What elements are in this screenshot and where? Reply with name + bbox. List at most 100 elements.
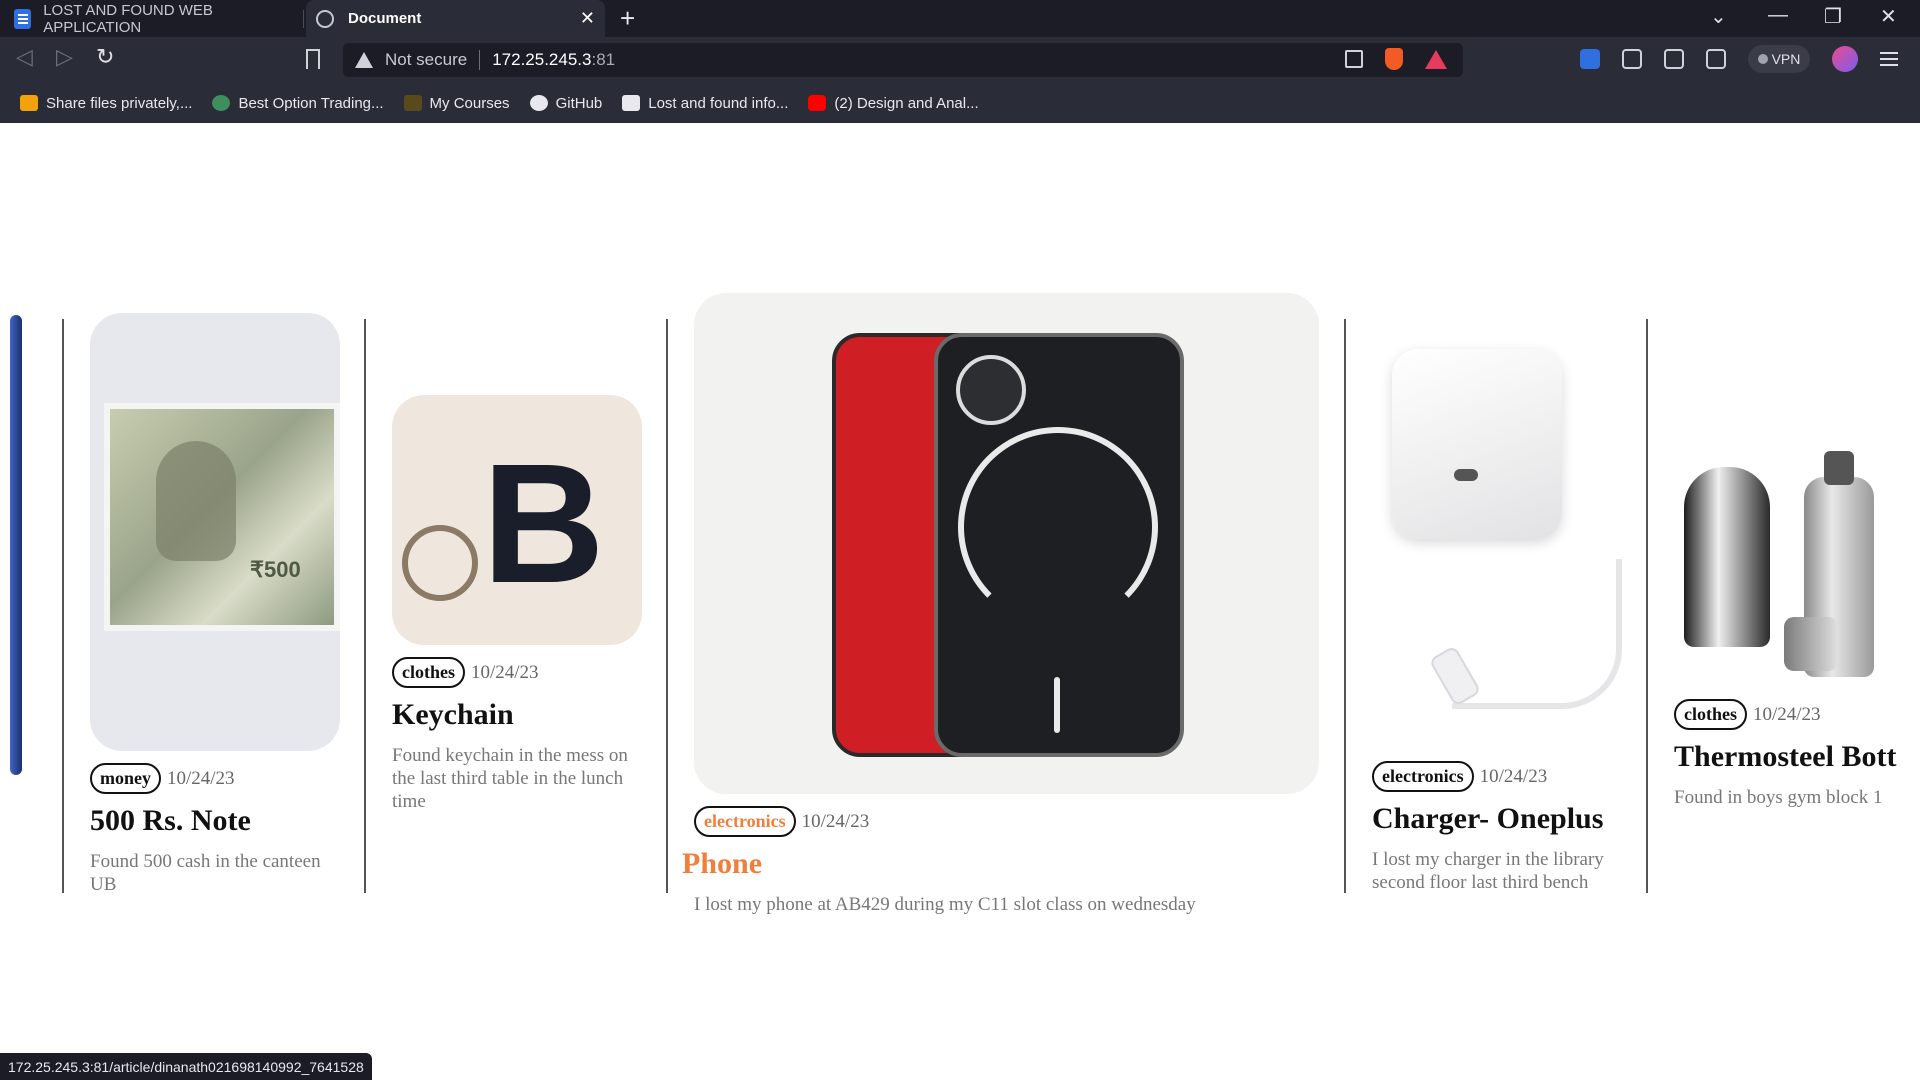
key-ring-shape [402, 525, 478, 601]
back-button[interactable]: ◁ [16, 44, 33, 70]
tab-label: Document [348, 10, 422, 27]
bookmark-github[interactable]: GitHub [529, 94, 603, 112]
phone-light-bar [1054, 677, 1060, 733]
bottle-bag-shape [1684, 467, 1770, 647]
share-icon[interactable] [1345, 50, 1363, 68]
bookmark-page-icon[interactable] [306, 49, 320, 69]
bottle-cap-shape [1824, 451, 1854, 485]
bookmark-design-and-analysis[interactable]: (2) Design and Anal... [808, 95, 979, 112]
bookmark-label: Lost and found info... [648, 94, 789, 112]
category-tag[interactable]: clothes [1674, 699, 1747, 730]
minimize-button[interactable]: — [1768, 4, 1788, 27]
browser-tab-bar: LOST AND FOUND WEB APPLICATION Document … [0, 0, 1920, 37]
courses-icon [403, 95, 422, 111]
tab-lost-and-found[interactable]: LOST AND FOUND WEB APPLICATION [0, 0, 302, 37]
item-date: 10/24/23 [1479, 765, 1548, 787]
profile-avatar[interactable] [1832, 46, 1858, 72]
item-card[interactable]: electronics 10/24/23 Charger- Oneplus I … [1372, 319, 1624, 894]
brave-shields-icon[interactable] [1385, 48, 1403, 70]
close-tab-icon[interactable]: ✕ [580, 8, 595, 29]
card-divider [62, 319, 64, 893]
close-window-button[interactable]: ✕ [1880, 4, 1897, 29]
category-tag[interactable]: clothes [392, 657, 465, 688]
item-image-thermosteel-bottle[interactable] [1674, 437, 1904, 687]
extensions-puzzle-icon[interactable] [1622, 49, 1642, 69]
tab-document[interactable]: Document ✕ [306, 0, 605, 37]
forward-button[interactable]: ▷ [56, 44, 73, 70]
new-tab-button[interactable]: + [620, 3, 635, 34]
brave-rewards-icon[interactable] [1425, 49, 1447, 69]
item-description: Found 500 cash in the canteen UB [90, 851, 321, 895]
key-letter-shape: B [482, 429, 605, 619]
item-card[interactable]: ₹500 money 10/24/23 500 Rs. Note Found 5… [90, 313, 340, 896]
item-description: Found keychain in the mess on the last t… [392, 745, 628, 812]
card-divider [364, 319, 366, 893]
globe-icon [316, 9, 334, 28]
bookmarks-bar: Share files privately,... Best Option Tr… [0, 83, 1920, 123]
sidebar-icon[interactable] [1664, 49, 1684, 69]
category-tag[interactable]: money [90, 763, 161, 794]
charger-port-shape [1454, 469, 1478, 481]
bookmark-lost-and-found-info[interactable]: Lost and found info... [622, 95, 788, 112]
restore-button[interactable]: ❐ [1824, 4, 1842, 29]
item-card-featured[interactable]: electronics 10/24/23 Phone I lost my pho… [682, 293, 1322, 916]
item-title[interactable]: Phone [682, 847, 1322, 881]
phone-camera-shape [956, 355, 1026, 425]
item-title[interactable]: 500 Rs. Note [90, 804, 340, 838]
security-label: Not secure [385, 50, 468, 69]
item-description: Found in boys gym block 1 [1674, 787, 1883, 808]
github-icon [529, 95, 548, 111]
bookmark-my-courses[interactable]: My Courses [403, 94, 510, 112]
item-card[interactable]: B clothes 10/24/23 Keychain Found keycha… [392, 395, 644, 813]
card-divider [1344, 319, 1346, 893]
bookmark-label: GitHub [555, 94, 603, 112]
item-image-500-rupee-note[interactable]: ₹500 [90, 313, 340, 751]
youtube-icon [808, 95, 827, 111]
phone-glyph-light [958, 427, 1158, 627]
card-divider [1646, 319, 1648, 893]
url-host: 172.25.245.3 [492, 50, 592, 69]
bottle-cup-shape [1784, 617, 1838, 671]
item-image-keychain[interactable]: B [392, 395, 642, 645]
vpn-status-icon [1757, 54, 1768, 64]
bookmark-label: My Courses [429, 94, 510, 112]
bookmark-label: Best Option Trading... [238, 94, 384, 112]
item-image-phone[interactable] [694, 293, 1319, 794]
page-content: ₹500 money 10/24/23 500 Rs. Note Found 5… [0, 123, 1920, 1080]
menu-icon[interactable] [1880, 58, 1898, 60]
item-date: 10/24/23 [801, 810, 870, 832]
vpn-button[interactable]: VPN [1748, 45, 1810, 73]
document-icon [14, 8, 32, 29]
extension-icon[interactable] [1580, 49, 1600, 69]
bookmark-share-files[interactable]: Share files privately,... [20, 95, 192, 112]
share-files-icon [20, 95, 38, 111]
item-title[interactable]: Keychain [392, 698, 644, 732]
previous-card-edge[interactable] [10, 315, 22, 775]
url-separator [479, 50, 481, 70]
charger-cube-shape [1392, 349, 1562, 539]
note-denomination-mark: ₹500 [250, 557, 301, 582]
vpn-label: VPN [1771, 51, 1801, 67]
item-date: 10/24/23 [167, 767, 235, 789]
card-divider [666, 319, 668, 893]
category-tag[interactable]: electronics [694, 806, 796, 837]
address-bar[interactable]: Not secure 172.25.245.3 :81 [343, 43, 1463, 77]
category-tag[interactable]: electronics [1372, 761, 1474, 792]
bookmark-best-option-trading[interactable]: Best Option Trading... [212, 94, 384, 112]
bookmark-label: Share files privately,... [46, 94, 193, 112]
item-date: 10/24/23 [471, 661, 539, 683]
tab-divider [303, 10, 304, 28]
item-description: I lost my charger in the library second … [1372, 849, 1604, 893]
tab-list-chevron-icon[interactable]: ⌄ [1710, 4, 1727, 29]
reload-button[interactable]: ↻ [96, 44, 114, 70]
item-description: I lost my phone at AB429 during my C11 s… [694, 894, 1196, 915]
wallet-icon[interactable] [1706, 49, 1726, 69]
item-date: 10/24/23 [1753, 703, 1821, 725]
item-card[interactable]: clothes 10/24/23 Thermosteel Bott Found … [1674, 437, 1920, 809]
browser-toolbar: ◁ ▷ ↻ Not secure 172.25.245.3 :81 VPN [0, 37, 1920, 83]
item-image-charger[interactable] [1372, 319, 1622, 749]
phone-back-shape [934, 333, 1184, 757]
warning-icon [355, 52, 373, 68]
item-title[interactable]: Charger- Oneplus [1372, 802, 1624, 836]
item-title[interactable]: Thermosteel Bott [1674, 740, 1920, 774]
